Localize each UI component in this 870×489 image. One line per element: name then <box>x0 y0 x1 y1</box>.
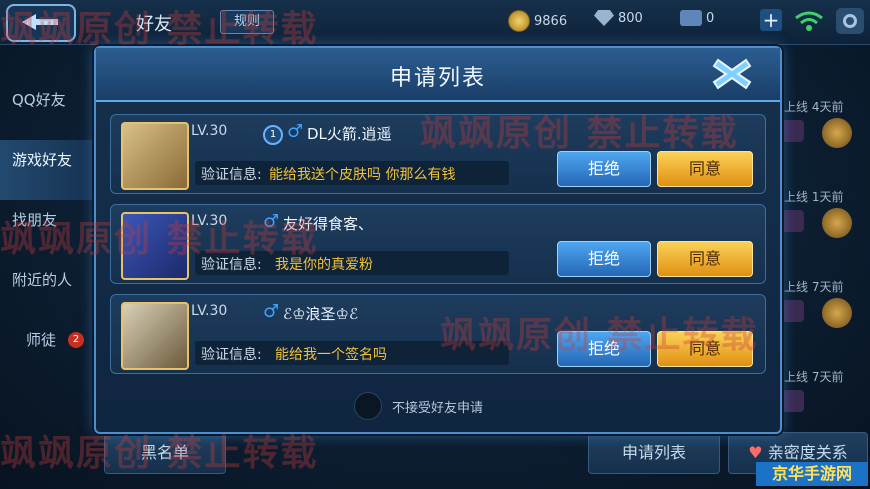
dialog-title: 申请列表 <box>389 66 486 91</box>
verify-message: 我是你的真爱粉 <box>275 257 373 273</box>
recharge-plus-button[interactable]: + <box>760 9 782 31</box>
rules-button[interactable]: 规则 <box>220 10 274 34</box>
reject-button[interactable]: 拒绝 <box>557 241 651 277</box>
avatar <box>121 302 189 370</box>
close-icon[interactable] <box>710 54 754 94</box>
player-name: 友好得食客、 <box>283 215 374 233</box>
reject-all-toggle[interactable] <box>354 392 382 420</box>
list-item: 上线 7天前 <box>780 270 870 360</box>
list-item: 上线 1天前 <box>780 180 870 270</box>
sidebar-item-mentor[interactable]: 师徒 2 <box>0 320 92 380</box>
player-level: LV.30 <box>191 123 228 139</box>
ticket-icon <box>680 10 702 26</box>
friend-list-background: 上线 4天前 上线 1天前 上线 7天前 上线 7天前 <box>780 90 870 450</box>
request-row: LV.30 ♂ ℰ♔浪圣♔ℰ 验证信息: 能给我一个签名吗 拒绝 同意 <box>110 294 766 374</box>
player-name: ℰ♔浪圣♔ℰ <box>283 305 359 323</box>
verify-message: 能给我一个签名吗 <box>275 347 387 363</box>
sidebar-item-game-friends[interactable]: 游戏好友 <box>0 140 92 200</box>
toggle-label: 不接受好友申请 <box>392 401 484 416</box>
request-row: LV.30 1 ♂ DL火箭.逍遥 验证信息: 能给我送个皮肤吗 你那么有钱 拒… <box>110 114 766 194</box>
avatar <box>822 298 852 328</box>
top-bar: 好友 规则 9866 800 0 + <box>0 0 870 45</box>
heart-icon <box>782 120 804 142</box>
verify-label: 验证信息: <box>201 257 262 273</box>
male-icon: ♂ <box>287 121 304 142</box>
wifi-icon <box>795 11 823 31</box>
accept-button[interactable]: 同意 <box>657 241 753 277</box>
sidebar-item-nearby[interactable]: 附近的人 <box>0 260 92 320</box>
sidebar-item-qq-friends[interactable]: QQ好友 <box>0 80 92 140</box>
brand-logo: 京华手游网 <box>756 462 868 486</box>
dialog-header: 申请列表 <box>96 48 780 102</box>
accept-button[interactable]: 同意 <box>657 331 753 367</box>
reject-button[interactable]: 拒绝 <box>557 331 651 367</box>
left-sidebar: QQ好友 游戏好友 找朋友 附近的人 师徒 2 <box>0 80 92 380</box>
back-arrow-icon <box>22 14 58 30</box>
heart-icon <box>782 300 804 322</box>
verify-message: 能给我送个皮肤吗 你那么有钱 <box>269 167 456 183</box>
heart-icon <box>782 210 804 232</box>
ticket-value: 0 <box>706 10 715 26</box>
reject-button[interactable]: 拒绝 <box>557 151 651 187</box>
gem-value: 800 <box>618 10 643 26</box>
player-level: LV.30 <box>191 213 228 229</box>
gem-counter: 800 <box>594 10 643 26</box>
male-icon: ♂ <box>263 301 280 322</box>
male-icon: ♂ <box>263 211 280 232</box>
notification-badge: 2 <box>68 332 84 348</box>
avatar <box>822 208 852 238</box>
blacklist-button[interactable]: 黑名单 <box>104 432 226 474</box>
avatar <box>121 212 189 280</box>
coin-counter: 9866 <box>508 10 567 32</box>
back-button[interactable] <box>6 4 76 42</box>
avatar <box>121 122 189 190</box>
coin-value: 9866 <box>534 13 568 29</box>
request-list-dialog: 申请列表 LV.30 1 ♂ DL火箭.逍遥 验证信息: 能给我送个皮肤吗 你那… <box>94 46 782 434</box>
heart-icon: ♥ <box>748 443 763 462</box>
list-item: 上线 4天前 <box>780 90 870 180</box>
rank-badge-icon: 1 <box>263 125 283 145</box>
page-title: 好友 <box>136 14 172 35</box>
avatar <box>822 118 852 148</box>
verify-label: 验证信息: <box>201 347 262 363</box>
verify-message-box: 验证信息: 能给我一个签名吗 <box>195 341 509 365</box>
request-row: LV.30 ♂ 友好得食客、 验证信息: 我是你的真爱粉 拒绝 同意 <box>110 204 766 284</box>
ticket-counter: 0 <box>680 10 714 26</box>
diamond-icon <box>594 10 614 26</box>
sidebar-item-find-friends[interactable]: 找朋友 <box>0 200 92 260</box>
verify-message-box: 验证信息: 能给我送个皮肤吗 你那么有钱 <box>195 161 509 185</box>
player-name: DL火箭.逍遥 <box>307 125 392 143</box>
heart-icon <box>782 390 804 412</box>
coin-icon <box>508 10 530 32</box>
verify-label: 验证信息: <box>201 167 262 183</box>
player-level: LV.30 <box>191 303 228 319</box>
requests-button[interactable]: 申请列表 <box>588 432 720 474</box>
settings-gear-icon[interactable] <box>836 8 864 34</box>
verify-message-box: 验证信息: 我是你的真爱粉 <box>195 251 509 275</box>
accept-button[interactable]: 同意 <box>657 151 753 187</box>
